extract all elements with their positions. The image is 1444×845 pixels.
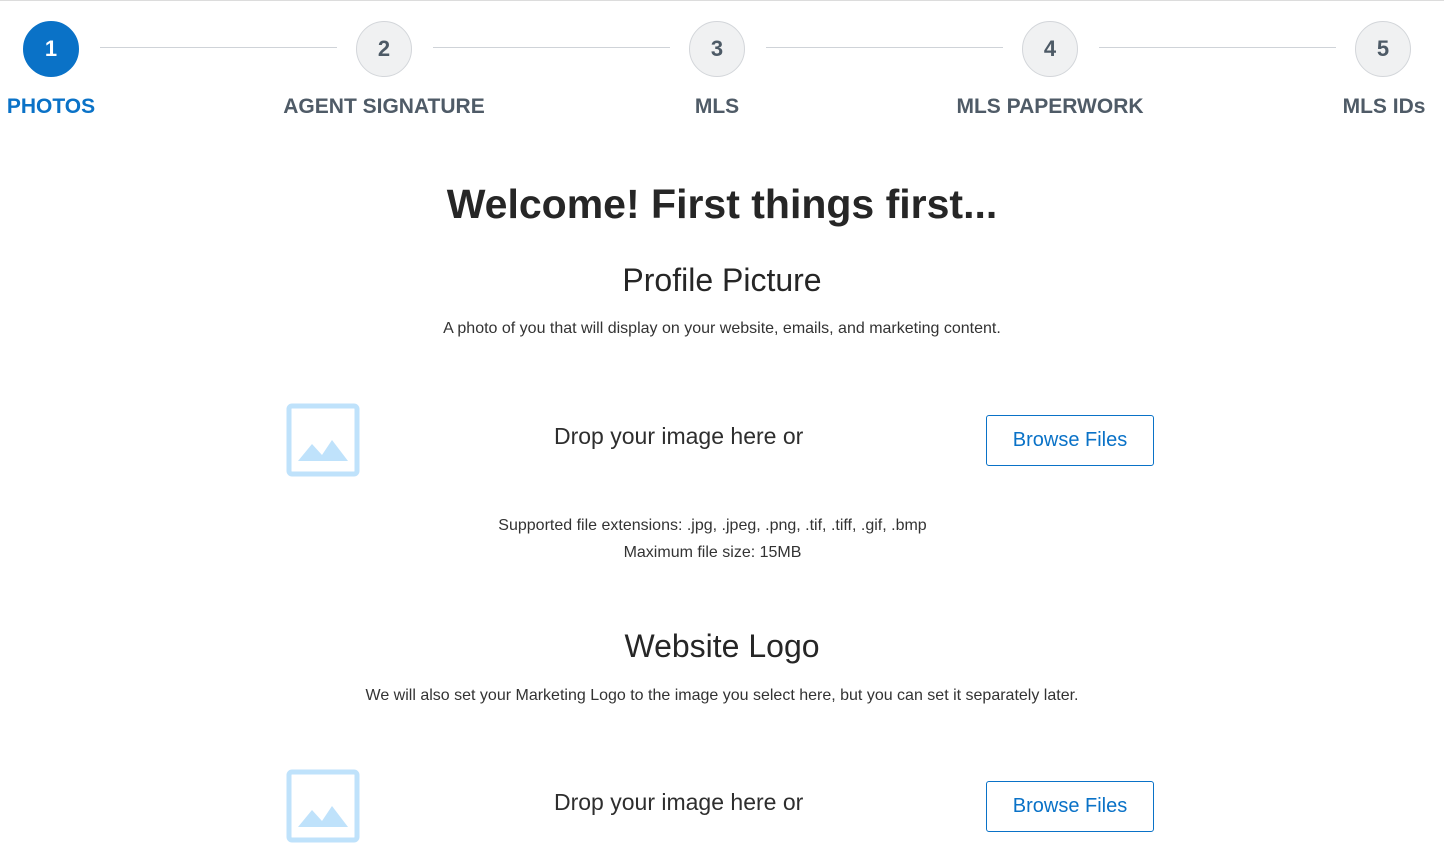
step-2-label[interactable]: AGENT SIGNATURE bbox=[264, 95, 504, 119]
max-file-size-text: Maximum file size: 15MB bbox=[623, 544, 802, 561]
profile-picture-description: A photo of you that will display on your… bbox=[443, 320, 1001, 337]
step-1-circle[interactable]: 1 bbox=[23, 21, 79, 77]
step-connector bbox=[433, 47, 670, 48]
step-4-circle[interactable]: 4 bbox=[1022, 21, 1078, 77]
image-placeholder-icon bbox=[286, 403, 360, 477]
step-2-circle[interactable]: 2 bbox=[356, 21, 412, 77]
step-connector bbox=[1099, 47, 1336, 48]
website-logo-title: Website Logo bbox=[624, 628, 820, 664]
welcome-heading: Welcome! First things first... bbox=[446, 181, 998, 227]
profile-picture-dropzone[interactable]: Drop your image here or Browse Files bbox=[286, 403, 1156, 479]
drop-text: Drop your image here or bbox=[554, 789, 804, 815]
drop-text: Drop your image here or bbox=[554, 423, 804, 449]
progress-stepper: 1 2 3 4 5 PHOTOS AGENT SIGNATURE MLS MLS… bbox=[0, 1, 1444, 141]
step-connector bbox=[100, 47, 337, 48]
step-1-label[interactable]: PHOTOS bbox=[0, 95, 102, 119]
profile-picture-title: Profile Picture bbox=[622, 262, 822, 298]
browse-files-button[interactable]: Browse Files bbox=[986, 415, 1154, 466]
step-connector bbox=[766, 47, 1003, 48]
supported-extensions-text: Supported file extensions: .jpg, .jpeg, … bbox=[498, 517, 927, 534]
step-5-label[interactable]: MLS IDs bbox=[1334, 95, 1434, 119]
step-5-circle[interactable]: 5 bbox=[1355, 21, 1411, 77]
step-3-circle[interactable]: 3 bbox=[689, 21, 745, 77]
website-logo-description: We will also set your Marketing Logo to … bbox=[365, 687, 1079, 704]
step-4-label[interactable]: MLS PAPERWORK bbox=[930, 95, 1170, 119]
file-requirements: Supported file extensions: .jpg, .jpeg, … bbox=[0, 512, 1425, 566]
onboarding-page: 1 2 3 4 5 PHOTOS AGENT SIGNATURE MLS MLS… bbox=[0, 0, 1444, 845]
image-placeholder-icon bbox=[286, 769, 360, 843]
step-3-label[interactable]: MLS bbox=[657, 95, 777, 119]
browse-files-button[interactable]: Browse Files bbox=[986, 781, 1154, 832]
website-logo-dropzone[interactable]: Drop your image here or Browse Files bbox=[286, 769, 1156, 845]
